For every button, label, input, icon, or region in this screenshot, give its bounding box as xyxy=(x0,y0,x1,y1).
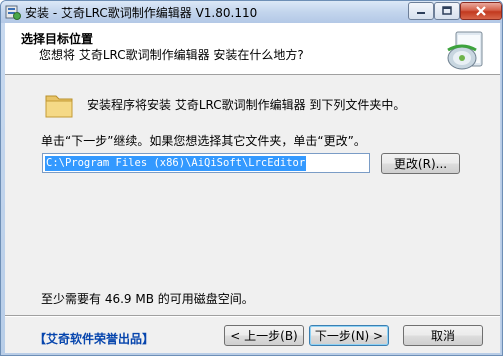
close-button[interactable] xyxy=(460,2,502,20)
footer-divider xyxy=(5,315,500,317)
install-path-field[interactable]: C:\Program Files (x86)\AiQiSoft\LrcEdito… xyxy=(42,153,370,173)
cancel-button[interactable]: 取消 xyxy=(403,325,483,346)
installer-window: 安装 - 艾奇LRC歌词制作编辑器 V1.80.110 选择目标位置 您想将 艾… xyxy=(0,0,503,356)
instruction-text: 单击“下一步”继续。如果您想选择其它文件夹，单击“更改”。 xyxy=(41,134,366,148)
disc-install-icon xyxy=(447,31,483,70)
minimize-button[interactable] xyxy=(408,2,434,20)
maximize-button[interactable] xyxy=(434,2,460,20)
disk-space-requirement: 至少需要有 46.9 MB 的可用磁盘空间。 xyxy=(41,292,254,306)
page-title: 选择目标位置 xyxy=(21,32,94,46)
brand-label: 【艾奇软件荣誉出品】 xyxy=(34,332,155,346)
folder-icon xyxy=(45,95,73,118)
title-bar[interactable]: 安装 - 艾奇LRC歌词制作编辑器 V1.80.110 xyxy=(1,1,502,23)
next-button[interactable]: 下一步(N) > xyxy=(309,325,389,346)
install-location-message: 安装程序将安装 艾奇LRC歌词制作编辑器 到下列文件夹中。 xyxy=(87,98,406,112)
browse-button[interactable]: 更改(R)... xyxy=(381,153,460,174)
maximize-icon xyxy=(442,6,452,15)
wizard-page: 选择目标位置 您想将 艾奇LRC歌词制作编辑器 安装在什么地方? 安装程序将安装… xyxy=(5,23,500,353)
install-path-value: C:\Program Files (x86)\AiQiSoft\LrcEdito… xyxy=(45,156,307,171)
close-icon xyxy=(476,6,486,16)
installer-app-icon xyxy=(5,5,21,20)
page-subtitle: 您想将 艾奇LRC歌词制作编辑器 安装在什么地方? xyxy=(39,48,304,62)
back-button[interactable]: < 上一步(B) xyxy=(224,325,304,346)
wizard-header: 选择目标位置 您想将 艾奇LRC歌词制作编辑器 安装在什么地方? xyxy=(5,23,500,75)
window-title: 安装 - 艾奇LRC歌词制作编辑器 V1.80.110 xyxy=(25,6,258,20)
minimize-icon xyxy=(417,12,425,14)
